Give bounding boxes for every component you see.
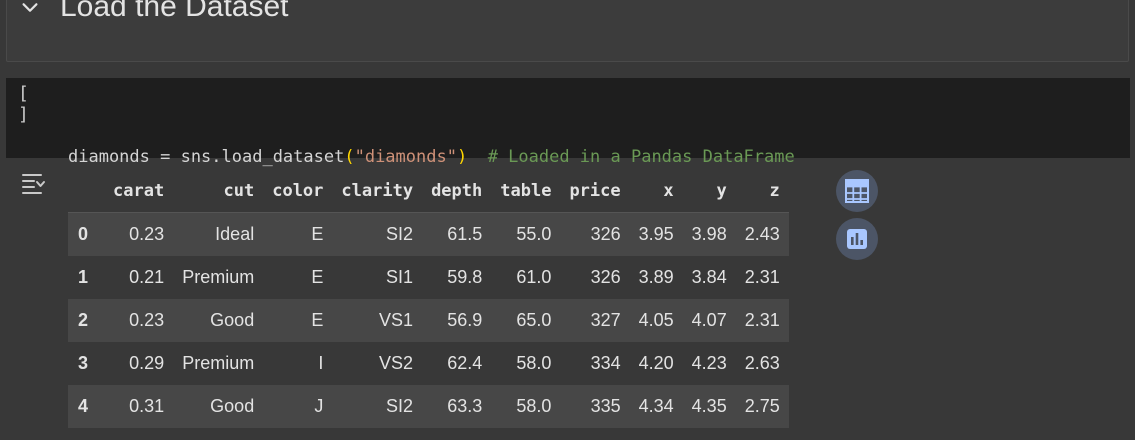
table-cell: 4.23 (691, 353, 727, 373)
table-cell: 3.84 (691, 267, 727, 287)
table-cell: 4.34 (638, 396, 674, 416)
table-cell: 3.89 (638, 267, 674, 287)
code-cell[interactable]: [ ] diamonds = sns.load_dataset("diamond… (6, 78, 1130, 245)
row-index: 3 (78, 353, 89, 373)
dataframe-table: carat cut color clarity depth table price x y z 0… (68, 170, 789, 428)
code-comment: # Loaded in a Pandas DataFrame (487, 147, 795, 167)
code-token: diamonds = sns.load_dataset (68, 147, 345, 167)
table-cell: 0.21 (129, 267, 165, 287)
table-cell: 56.9 (447, 310, 483, 330)
table-cell: 4.05 (638, 310, 674, 330)
table-view-button[interactable] (836, 170, 878, 212)
row-index: 0 (78, 224, 89, 244)
table-cell: 61.0 (516, 267, 552, 287)
row-index: 4 (78, 396, 89, 416)
column-header: color (263, 170, 333, 213)
table-cell: 65.0 (516, 310, 552, 330)
run-cell-label: [ ] (18, 83, 39, 125)
table-cell: 58.0 (516, 396, 552, 416)
table-row: 4 0.31 Good J SI2 63.3 58.0 335 4.34 4.35 2.75 (68, 385, 789, 428)
code-line-1: diamonds = sns.load_dataset("diamonds") … (68, 144, 795, 170)
section-header-cell[interactable]: Load the Dataset (6, 0, 1129, 62)
table-cell: Good (210, 396, 255, 416)
column-header: price (560, 170, 630, 213)
table-cell: Premium (182, 353, 255, 373)
table-cell: 2.43 (744, 224, 780, 244)
table-cell: J (314, 396, 324, 416)
column-header: carat (104, 170, 174, 213)
table-cell: 326 (590, 224, 621, 244)
code-token: "diamonds" (354, 147, 457, 167)
table-cell: 0.23 (129, 310, 165, 330)
table-row: 2 0.23 Good E VS1 56.9 65.0 327 4.05 4.07 2.31 (68, 299, 789, 342)
column-header: depth (422, 170, 492, 213)
column-header: clarity (332, 170, 423, 213)
column-header: table (491, 170, 561, 213)
table-cell: 4.20 (638, 353, 674, 373)
table-icon (845, 179, 869, 203)
bar-chart-icon (847, 229, 867, 249)
column-header: cut (173, 170, 264, 213)
table-cell: SI2 (386, 224, 414, 244)
table-row: 0 0.23 Ideal E SI2 61.5 55.0 326 3.95 3.98 2.43 (68, 212, 789, 256)
table-cell: 0.31 (129, 396, 165, 416)
table-cell: 62.4 (447, 353, 483, 373)
table-cell: 58.0 (516, 353, 552, 373)
table-row: 1 0.21 Premium E SI1 59.8 61.0 326 3.89 3.84 2.31 (68, 256, 789, 299)
table-cell: 4.35 (691, 396, 727, 416)
table-cell: SI1 (386, 267, 414, 287)
table-cell: 61.5 (447, 224, 483, 244)
notebook-page: Load the Dataset [ ] diamonds = sns.load… (0, 0, 1135, 440)
table-cell: Premium (182, 267, 255, 287)
table-cell: E (311, 224, 324, 244)
table-cell: 335 (590, 396, 621, 416)
table-cell: 326 (590, 267, 621, 287)
output-toggle-icon[interactable] (20, 172, 46, 196)
chevron-down-icon[interactable] (19, 0, 41, 19)
column-header: x (629, 170, 683, 213)
row-index: 2 (78, 310, 89, 330)
table-cell: E (311, 310, 324, 330)
table-cell: 3.98 (691, 224, 727, 244)
table-cell: 0.23 (129, 224, 165, 244)
table-cell: Good (210, 310, 255, 330)
code-token: ( (344, 147, 355, 167)
table-cell: E (311, 267, 324, 287)
table-body: 0 0.23 Ideal E SI2 61.5 55.0 326 3.95 3.98 2.43 1 0.… (68, 212, 789, 428)
table-cell: 2.31 (744, 310, 780, 330)
table-cell: 59.8 (447, 267, 483, 287)
table-cell: 55.0 (516, 224, 552, 244)
table-cell: 334 (590, 353, 621, 373)
row-index: 1 (78, 267, 89, 287)
index-header (68, 170, 105, 213)
table-cell: 2.31 (744, 267, 780, 287)
column-header: z (735, 170, 789, 213)
table-cell: Ideal (215, 224, 255, 244)
table-header-row: carat cut color clarity depth table price x y z (68, 170, 789, 213)
table-cell: 63.3 (447, 396, 483, 416)
table-cell: VS2 (379, 353, 414, 373)
table-cell: 3.95 (638, 224, 674, 244)
table-cell: 327 (590, 310, 621, 330)
column-header: y (682, 170, 736, 213)
table-cell: I (318, 353, 324, 373)
table-cell: 2.63 (744, 353, 780, 373)
table-row: 3 0.29 Premium I VS2 62.4 58.0 334 4.20 4.23 2.63 (68, 342, 789, 385)
table-cell: SI2 (386, 396, 414, 416)
table-cell: 2.75 (744, 396, 780, 416)
run-cell-button[interactable]: [ ] (18, 83, 58, 125)
section-title: Load the Dataset (60, 0, 289, 23)
table-cell: 0.29 (129, 353, 165, 373)
table-cell: VS1 (379, 310, 414, 330)
chart-view-button[interactable] (836, 218, 878, 260)
table-cell: 4.07 (691, 310, 727, 330)
code-token: ) (456, 147, 468, 167)
